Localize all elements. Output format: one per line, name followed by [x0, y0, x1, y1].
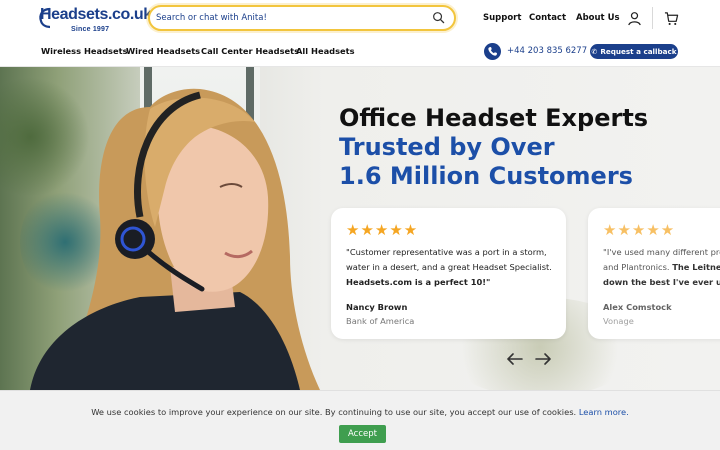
- review-quote-end: ": [486, 277, 491, 287]
- learn-more-link[interactable]: Learn more.: [579, 407, 629, 417]
- logo-since: Since 1997: [71, 26, 110, 33]
- nav-wireless-headsets[interactable]: Wireless Headsets: [41, 46, 128, 56]
- contact-link[interactable]: Contact: [529, 13, 566, 23]
- reviewer-name: Alex Comstock: [603, 302, 672, 312]
- logo-text: Headsets.co.uk: [40, 6, 152, 23]
- rating-stars: ★★★★★: [346, 221, 419, 239]
- review-quote-highlight: down the best I've ever used.": [603, 277, 720, 287]
- review-quote: "I've used many different pro and Plantr…: [603, 245, 720, 290]
- callback-label: Request a callback: [600, 47, 677, 56]
- support-link[interactable]: Support: [483, 13, 521, 23]
- site-logo[interactable]: Headsets.co.uk Since 1997: [39, 6, 152, 34]
- nav-all-headsets[interactable]: All Headsets: [296, 46, 355, 56]
- cart-icon[interactable]: [664, 11, 679, 26]
- arrow-right-icon[interactable]: [534, 351, 552, 367]
- hero-title: Office Headset Experts Trusted by Over 1…: [339, 104, 648, 191]
- hero-title-line1: Office Headset Experts: [339, 104, 649, 132]
- review-quote-line: "I've used many different pro: [603, 247, 720, 257]
- review-quote-line: and Plantronics. The Leitner h: [603, 260, 720, 275]
- review-quote: "Customer representative was a port in a…: [346, 245, 558, 290]
- request-callback-button[interactable]: ✆ Request a callback: [590, 44, 678, 59]
- site-header: Headsets.co.uk Since 1997 Support Contac…: [0, 0, 720, 67]
- nav-wired-headsets[interactable]: Wired Headsets: [126, 46, 200, 56]
- review-quote-text: "Customer representative was a port in a…: [346, 247, 552, 272]
- reviewer-name: Nancy Brown: [346, 302, 408, 312]
- cookie-message: We use cookies to improve your experienc…: [0, 407, 720, 417]
- review-card: ★★★★★ "Customer representative was a por…: [331, 208, 566, 339]
- arrow-left-icon[interactable]: [506, 351, 524, 367]
- hero-image-woman-with-headset: [30, 88, 320, 390]
- phone-small-icon: ✆: [591, 48, 598, 56]
- phone-icon[interactable]: [484, 43, 501, 60]
- phone-number[interactable]: +44 203 835 6277: [507, 46, 587, 56]
- header-divider: [652, 7, 653, 29]
- review-quote-highlight: The Leitner h: [672, 262, 720, 272]
- review-card: ★★★★★ "I've used many different pro and …: [588, 208, 720, 339]
- accept-cookies-button[interactable]: Accept: [339, 425, 386, 443]
- reviewer-company: Bank of America: [346, 316, 415, 326]
- cookie-banner: We use cookies to improve your experienc…: [0, 390, 720, 450]
- hero-title-line3: 1.6 Million Customers: [339, 162, 633, 190]
- rating-stars: ★★★★★: [603, 221, 676, 239]
- user-icon[interactable]: [627, 11, 642, 26]
- search-icon[interactable]: [432, 11, 445, 24]
- search-input[interactable]: [156, 10, 426, 26]
- hero-banner: Office Headset Experts Trusted by Over 1…: [0, 67, 720, 390]
- about-us-link[interactable]: About Us: [576, 13, 620, 23]
- cookie-text: We use cookies to improve your experienc…: [91, 407, 579, 417]
- nav-call-center-headsets[interactable]: Call Center Headsets: [201, 46, 299, 56]
- reviewer-company: Vonage: [603, 316, 634, 326]
- review-quote-highlight: Headsets.com is a perfect 10!: [346, 277, 487, 287]
- search-bar: [148, 5, 456, 31]
- hero-title-line2: Trusted by Over: [339, 133, 555, 161]
- review-quote-text: and Plantronics.: [603, 262, 673, 272]
